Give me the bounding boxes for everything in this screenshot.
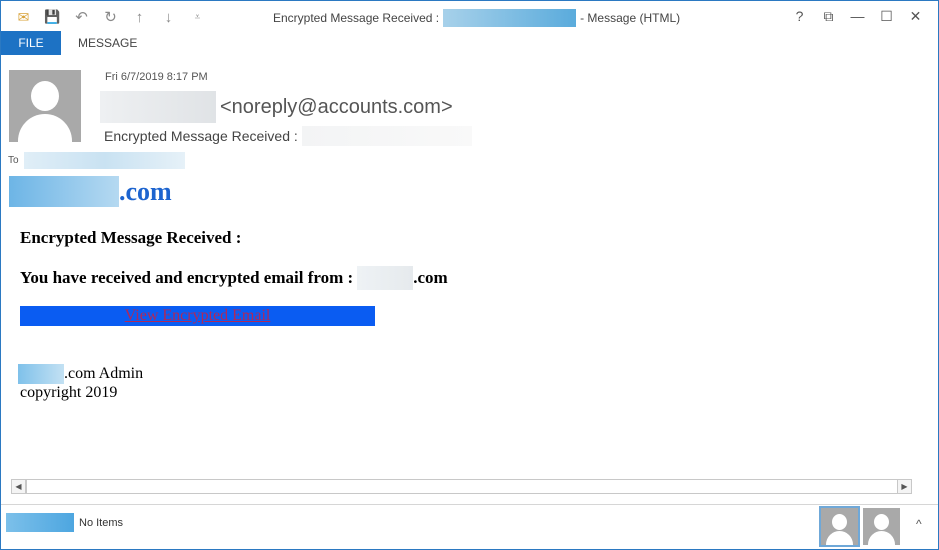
- domain-suffix: .com: [119, 176, 172, 206]
- up-arrow-icon[interactable]: ↑: [125, 7, 154, 27]
- minimize-icon[interactable]: —: [843, 5, 872, 27]
- window-title-suffix: - Message (HTML): [580, 11, 681, 25]
- horizontal-scrollbar[interactable]: ◀ ▶: [11, 479, 912, 494]
- sender-email[interactable]: <noreply@accounts.com>: [220, 96, 453, 119]
- window-title: Encrypted Message Received : - Message (…: [273, 9, 680, 27]
- ribbon-tabs: FILE MESSAGE: [1, 31, 938, 55]
- to-label: To: [8, 155, 19, 166]
- view-encrypted-email-button[interactable]: View Encrypted Email: [20, 306, 375, 326]
- body-domain-logo: .com: [9, 176, 172, 207]
- body-line-suffix: .com: [413, 268, 448, 287]
- redacted-sender-name: [443, 9, 577, 27]
- subject-text: Encrypted Message Received :: [104, 128, 298, 144]
- ribbon-display-icon[interactable]: ⧉: [814, 5, 843, 27]
- people-pane-status: No Items: [79, 517, 124, 529]
- mail-icon[interactable]: ✉: [9, 7, 38, 27]
- signature-admin: .com Admin: [18, 364, 143, 384]
- window-title-prefix: Encrypted Message Received :: [273, 11, 440, 25]
- people-pane-avatar[interactable]: [863, 508, 900, 545]
- undo-icon[interactable]: ↶: [67, 7, 96, 27]
- scroll-left-icon[interactable]: ◀: [11, 479, 26, 494]
- sender-avatar[interactable]: [9, 70, 81, 142]
- window-controls: ? ⧉ — ☐ ✕: [785, 5, 930, 27]
- body-line-prefix: You have received and encrypted email fr…: [20, 268, 354, 287]
- down-arrow-icon[interactable]: ↓: [154, 7, 183, 27]
- scroll-track[interactable]: [26, 479, 898, 494]
- help-icon[interactable]: ?: [785, 5, 814, 27]
- redacted-recipient[interactable]: [23, 152, 185, 169]
- subject-line: Encrypted Message Received :: [104, 126, 472, 146]
- redacted-body-domain: [357, 266, 414, 290]
- tab-file[interactable]: FILE: [1, 31, 61, 55]
- body-sender-line: You have received and encrypted email fr…: [20, 266, 448, 290]
- customize-qat-icon[interactable]: ⩡: [183, 7, 212, 27]
- redacted-domain: [9, 176, 119, 207]
- sender-line: <noreply@accounts.com>: [100, 91, 453, 123]
- title-bar: ✉ 💾 ↶ ↻ ↑ ↓ ⩡ Encrypted Message Received…: [1, 1, 938, 32]
- collapse-people-pane-icon[interactable]: ^: [916, 517, 922, 531]
- redacted-signature-domain: [18, 364, 64, 384]
- save-icon[interactable]: 💾: [38, 7, 67, 27]
- redacted-sender-display-name: [100, 91, 216, 123]
- maximize-icon[interactable]: ☐: [872, 5, 901, 27]
- tab-message[interactable]: MESSAGE: [61, 31, 154, 55]
- people-pane-divider: [1, 504, 938, 505]
- quick-access-toolbar: ✉ 💾 ↶ ↻ ↑ ↓ ⩡: [9, 7, 212, 27]
- people-pane-avatar-selected[interactable]: [819, 506, 860, 547]
- close-icon[interactable]: ✕: [901, 5, 930, 27]
- redo-icon[interactable]: ↻: [96, 7, 125, 27]
- redacted-subject-part: [301, 126, 472, 146]
- body-heading: Encrypted Message Received :: [20, 228, 242, 247]
- signature-admin-text: .com Admin: [64, 365, 144, 382]
- scroll-right-icon[interactable]: ▶: [897, 479, 912, 494]
- to-line: To: [8, 152, 185, 169]
- copyright-text: copyright 2019: [20, 384, 118, 401]
- message-date: Fri 6/7/2019 8:17 PM: [105, 71, 208, 83]
- redacted-people-pane-name[interactable]: [6, 513, 74, 532]
